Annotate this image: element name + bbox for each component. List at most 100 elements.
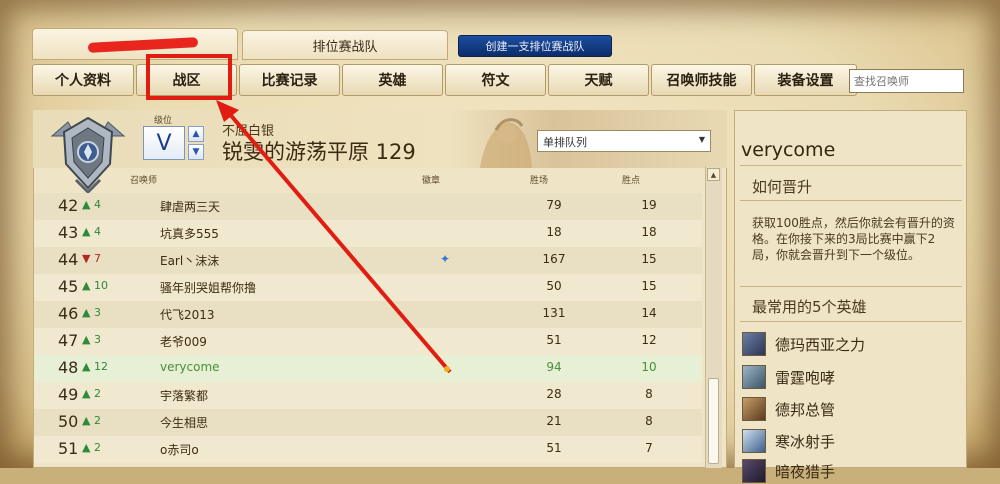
nav-champions[interactable]: 英雄 xyxy=(342,64,443,96)
nav-label: 天赋 xyxy=(584,73,613,89)
summoner-name[interactable]: 骚年别哭姐帮你撸 xyxy=(160,279,256,296)
league-name: 锐雯的游荡平原 129 xyxy=(222,140,416,164)
table-row[interactable]: 44 ▼ 7 Earl丶沫沫 ✦ 167 15 xyxy=(34,247,702,274)
champion-name: 雷霆咆哮 xyxy=(775,369,836,387)
row-wins: 131 xyxy=(542,306,566,320)
nav-label: 符文 xyxy=(481,73,510,89)
divider xyxy=(740,200,962,201)
champion-name: 暗夜猎手 xyxy=(775,463,836,481)
row-wins: 21 xyxy=(546,414,562,428)
rank-change-value: 3 xyxy=(93,333,101,346)
row-points: 8 xyxy=(645,414,653,428)
row-points: 10 xyxy=(641,360,657,374)
table-row[interactable]: 51 ▲ 2 o赤司o 51 7 xyxy=(34,436,702,463)
row-rank: 45 xyxy=(58,277,79,296)
summoner-name[interactable]: o赤司o xyxy=(160,441,199,458)
division-display: V xyxy=(143,126,185,160)
row-points: 15 xyxy=(641,279,657,293)
nav-label: 装备设置 xyxy=(777,73,834,89)
create-ranked-team-label: 创建一支排位赛战队 xyxy=(485,40,585,53)
scroll-up-button[interactable]: ▲ xyxy=(707,168,720,181)
row-wins: 50 xyxy=(546,279,562,293)
champion-item[interactable]: 暗夜猎手 xyxy=(742,458,964,484)
rank-change-value: 3 xyxy=(93,306,101,319)
row-rank: 43 xyxy=(58,223,79,242)
nav-profile[interactable]: 个人资料 xyxy=(32,64,134,96)
summoner-name[interactable]: 肆虐两三天 xyxy=(160,198,220,215)
summoner-name[interactable]: verycome xyxy=(160,360,220,374)
table-row[interactable]: 45 ▲ 10 骚年别哭姐帮你撸 50 15 xyxy=(34,274,702,301)
row-points: 15 xyxy=(641,252,657,266)
create-ranked-team-button[interactable]: 创建一支排位赛战队 xyxy=(458,35,612,57)
tab-ranked-team[interactable]: 排位赛战队 xyxy=(242,30,448,60)
annotation-highlight-box xyxy=(146,54,232,100)
scroll-thumb[interactable] xyxy=(708,378,719,464)
rank-change-up: ▲ 12 xyxy=(82,360,108,373)
row-points: 18 xyxy=(641,225,657,239)
promotion-title: 如何晋升 xyxy=(752,178,813,196)
champion-item[interactable]: 寒冰射手 xyxy=(742,428,964,454)
row-wins: 79 xyxy=(546,198,562,212)
champion-name: 寒冰射手 xyxy=(775,433,836,451)
champion-item[interactable]: 德玛西亚之力 xyxy=(742,331,964,357)
row-wins: 51 xyxy=(546,333,562,347)
table-row[interactable]: 42 ▲ 4 肆虐两三天 79 19 xyxy=(34,193,702,220)
silver-tier-emblem-icon xyxy=(50,116,126,194)
champion-avatar-icon xyxy=(742,429,766,453)
row-points: 12 xyxy=(641,333,657,347)
champion-avatar-icon xyxy=(742,397,766,421)
nav-summoner-spells[interactable]: 召唤师技能 xyxy=(651,64,752,96)
summoner-name[interactable]: 代飞2013 xyxy=(160,306,215,323)
nav-label: 比赛记录 xyxy=(261,73,318,89)
search-summoner-input[interactable] xyxy=(849,69,964,93)
rank-change-value: 4 xyxy=(93,225,101,238)
rank-change-value: 7 xyxy=(93,252,101,265)
table-row[interactable]: 47 ▲ 3 老爷009 51 12 xyxy=(34,328,702,355)
rank-change-up: ▲ 10 xyxy=(82,279,108,292)
summoner-name[interactable]: 老爷009 xyxy=(160,333,207,350)
row-rank: 51 xyxy=(58,439,79,458)
table-row[interactable]: 49 ▲ 2 宇落繁都 28 8 xyxy=(34,382,702,409)
nav-label: 英雄 xyxy=(378,73,407,89)
summoner-name[interactable]: Earl丶沫沫 xyxy=(160,252,219,269)
champion-item[interactable]: 雷霆咆哮 xyxy=(742,364,964,390)
rank-change-up: ▲ 4 xyxy=(82,198,101,211)
queue-select[interactable]: 单排队列 ▼ xyxy=(537,130,711,152)
tab-ranked-team-label: 排位赛战队 xyxy=(312,39,378,55)
nav-label: 个人资料 xyxy=(55,73,111,89)
table-row-current-user[interactable]: 48 ▲ 12 verycome 94 10 xyxy=(34,355,702,382)
rank-change-up: ▲ 2 xyxy=(82,441,101,454)
rank-change-up: ▲ 3 xyxy=(82,333,101,346)
arrow-up-icon: ▲ xyxy=(710,170,717,179)
champion-item[interactable]: 德邦总管 xyxy=(742,396,964,422)
rank-change-value: 10 xyxy=(93,279,108,292)
division-down-button[interactable]: ▼ xyxy=(188,144,204,160)
summoner-name[interactable]: 今生相思 xyxy=(160,414,208,431)
division-up-button[interactable]: ▲ xyxy=(188,126,204,142)
champion-art xyxy=(480,118,532,168)
nav-runes[interactable]: 符文 xyxy=(445,64,546,96)
table-row[interactable]: 43 ▲ 4 坑真多555 18 18 xyxy=(34,220,702,247)
summoner-name[interactable]: 坑真多555 xyxy=(160,225,219,242)
rank-label: 级位 xyxy=(154,116,173,126)
summoner-name[interactable]: 宇落繁都 xyxy=(160,387,208,404)
nav-item-sets[interactable]: 装备设置 xyxy=(754,64,857,96)
row-wins: 94 xyxy=(546,360,562,374)
rank-change-value: 2 xyxy=(93,441,101,454)
top-champions-title: 最常用的5个英雄 xyxy=(752,298,867,316)
row-points: 14 xyxy=(641,306,657,320)
table-row[interactable]: 50 ▲ 2 今生相思 21 8 xyxy=(34,409,702,436)
nav-masteries[interactable]: 天赋 xyxy=(548,64,649,96)
row-points: 8 xyxy=(645,387,653,401)
rank-change-down: ▼ 7 xyxy=(82,252,101,265)
divider xyxy=(740,321,962,322)
nav-match-history[interactable]: 比赛记录 xyxy=(239,64,340,96)
star-badge-icon: ✦ xyxy=(440,252,451,266)
table-row[interactable]: 46 ▲ 3 代飞2013 131 14 xyxy=(34,301,702,328)
rank-change-value: 12 xyxy=(93,360,108,373)
champion-avatar-icon xyxy=(742,365,766,389)
rank-change-up: ▲ 2 xyxy=(82,387,101,400)
divider xyxy=(740,165,962,166)
header-points: 胜点 xyxy=(622,176,641,186)
row-rank: 44 xyxy=(58,250,79,269)
